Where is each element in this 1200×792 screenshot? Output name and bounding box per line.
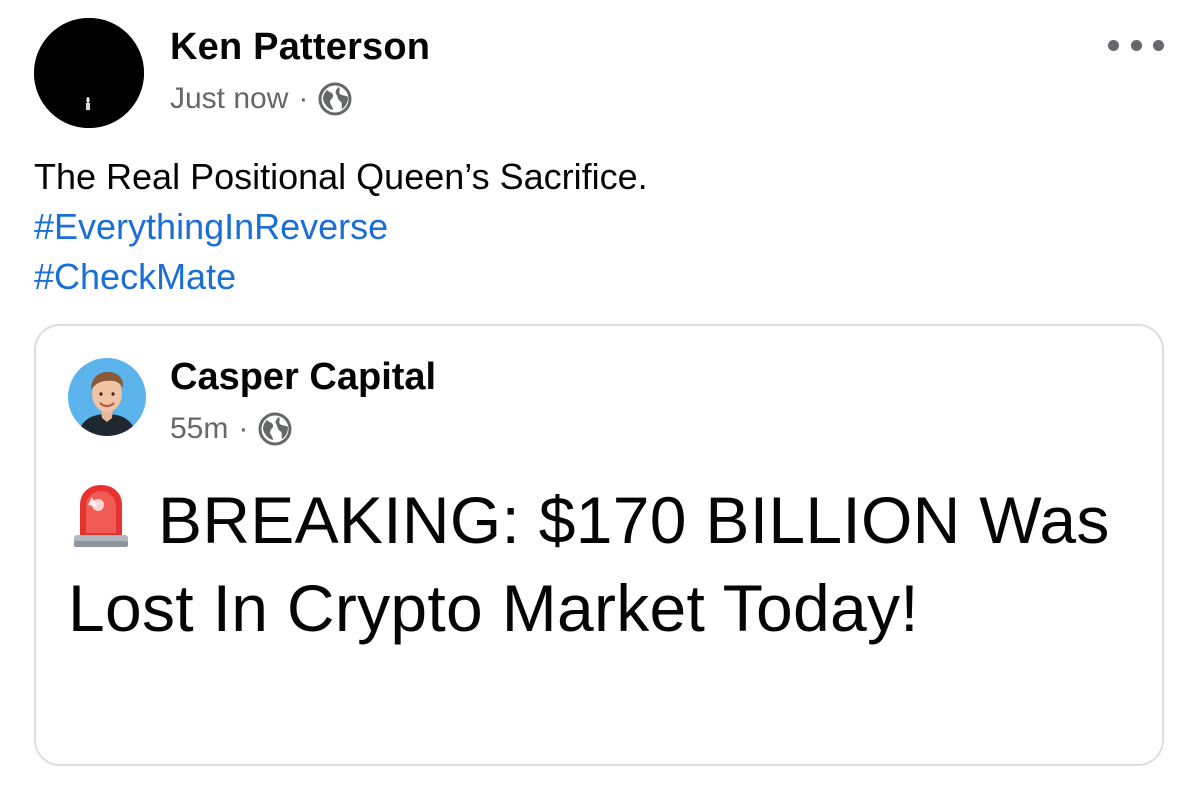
facebook-post: Ken Patterson Just now · The Real Positi… (0, 0, 1200, 792)
hashtag-everythinginreverse[interactable]: #EverythingInReverse (34, 202, 648, 252)
more-options-button[interactable] (1108, 30, 1164, 60)
shared-author-avatar[interactable] (68, 358, 146, 436)
siren-icon (74, 485, 128, 547)
author-name[interactable]: Ken Patterson (170, 26, 430, 69)
shared-author-name[interactable]: Casper Capital (170, 356, 436, 399)
author-avatar[interactable] (34, 18, 144, 128)
post-body: The Real Positional Queen’s Sacrifice. #… (34, 152, 648, 302)
shared-post-meta: 55m · (170, 412, 292, 446)
headline-text: BREAKING: $170 BILLION Was Lost In Crypt… (68, 483, 1110, 645)
meta-separator: · (238, 412, 249, 445)
globe-icon[interactable] (258, 412, 292, 446)
more-dot (1108, 39, 1119, 51)
post-text: The Real Positional Queen’s Sacrifice. (34, 156, 648, 197)
post-meta: Just now · (170, 82, 352, 116)
candle-icon (34, 18, 144, 128)
person-photo-icon (68, 358, 146, 436)
shared-post-timestamp[interactable]: 55m (170, 412, 228, 446)
meta-separator: · (298, 82, 309, 115)
shared-post-card[interactable]: Casper Capital 55m · BREAKING: $170 BILL… (34, 324, 1164, 766)
hashtag-checkmate[interactable]: #CheckMate (34, 252, 648, 302)
shared-post-headline: BREAKING: $170 BILLION Was Lost In Crypt… (68, 476, 1138, 652)
post-timestamp[interactable]: Just now (170, 82, 288, 116)
globe-icon[interactable] (318, 82, 352, 116)
more-dot (1130, 39, 1142, 51)
more-dot (1153, 39, 1164, 51)
